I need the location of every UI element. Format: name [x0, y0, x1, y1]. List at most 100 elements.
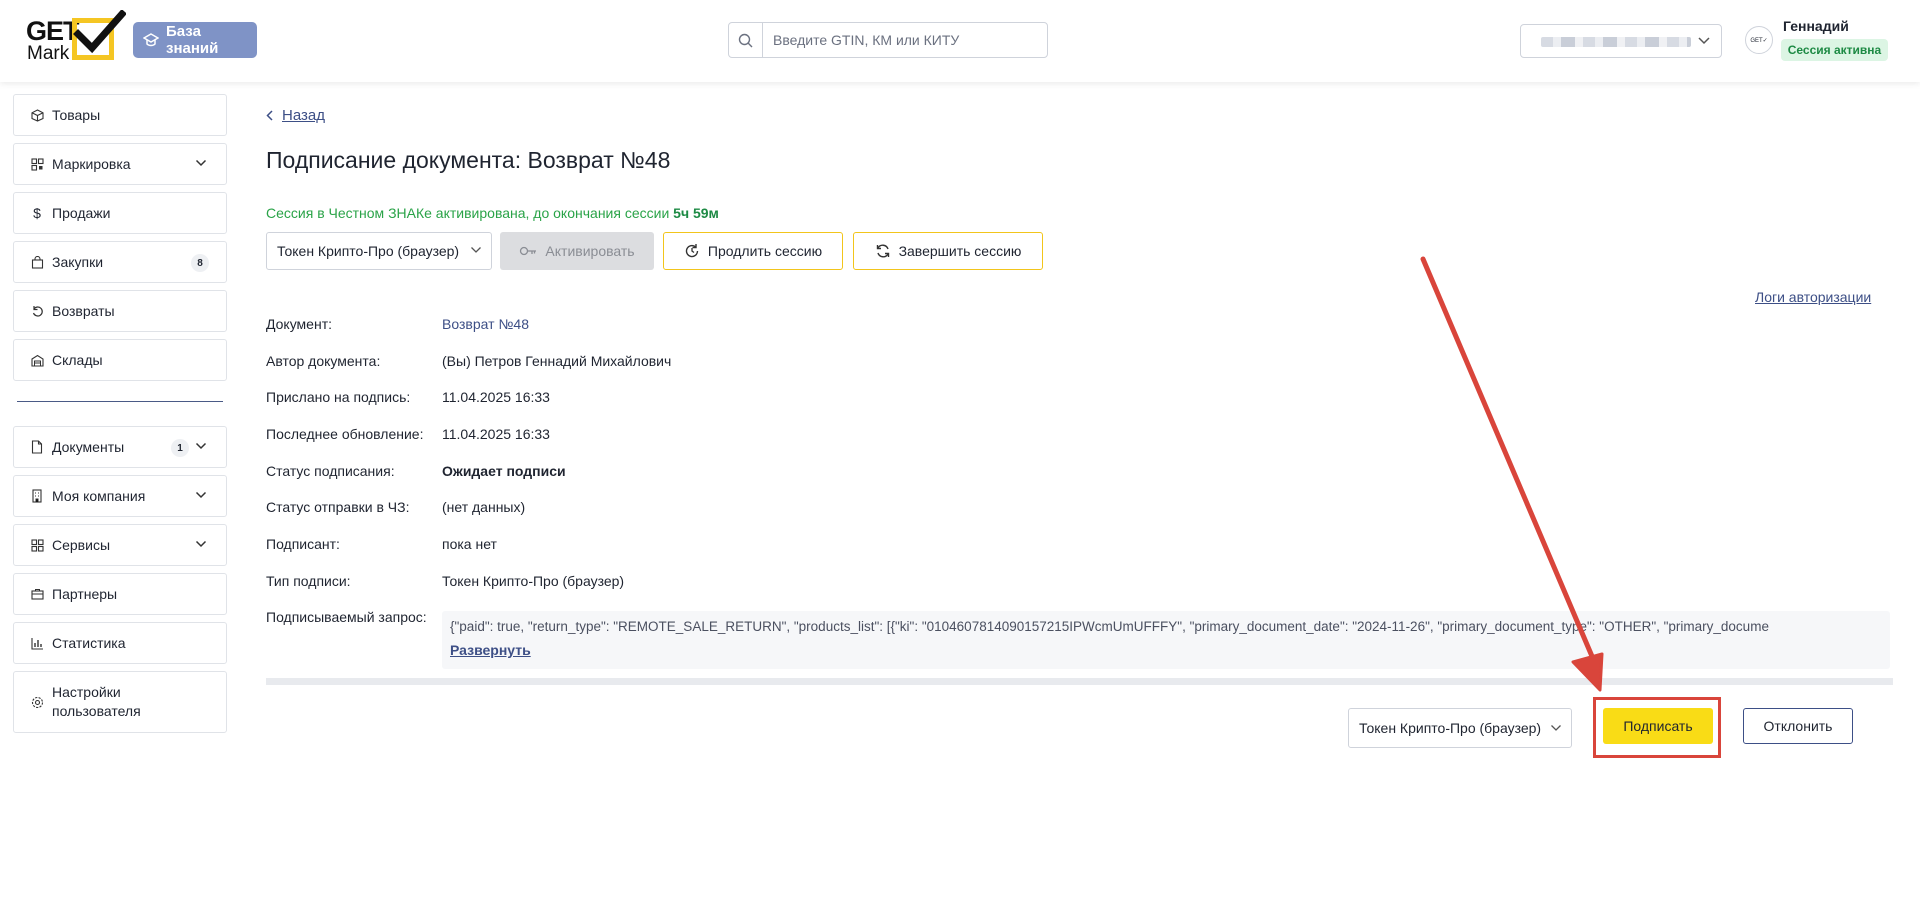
end-session-button[interactable]: Завершить сессию — [853, 232, 1043, 270]
grid-icon — [30, 538, 44, 552]
purchases-count-badge: 8 — [191, 254, 209, 272]
bottom-token-type-value: Токен Крипто-Про (браузер) — [1359, 720, 1542, 736]
refresh-clock-icon — [685, 244, 699, 258]
annotation-highlight-box — [1593, 697, 1721, 758]
send-status-value: (нет данных) — [442, 499, 526, 515]
sign-type-value: Токен Крипто-Про (браузер) — [442, 573, 625, 589]
partners-icon — [30, 587, 44, 601]
request-label: Подписываемый запрос: — [266, 609, 427, 625]
key-icon — [520, 246, 537, 256]
knowledge-base-button[interactable]: База знаний — [133, 22, 257, 58]
activate-button[interactable]: Активировать — [500, 232, 654, 270]
qr-icon — [30, 157, 44, 171]
updated-value: 11.04.2025 16:33 — [442, 426, 550, 442]
bottom-token-type-select[interactable]: Токен Крипто-Про (браузер) — [1348, 708, 1572, 748]
sidebar-item-label: Партнеры — [52, 586, 118, 602]
search-icon — [729, 23, 763, 57]
documents-count-badge: 1 — [171, 439, 189, 457]
knowledge-base-label: База знаний — [166, 23, 219, 57]
session-status-badge: Сессия активна — [1781, 39, 1888, 61]
top-header: GET Mark База знаний GET✓ Геннадий Сесси… — [0, 0, 1920, 82]
document-label: Документ: — [266, 316, 332, 332]
getmark-logo[interactable]: GET Mark — [26, 10, 126, 64]
chevron-down-icon — [195, 442, 207, 450]
sidebar-item-partners[interactable]: Партнеры — [13, 573, 227, 615]
sidebar-item-products[interactable]: Товары — [13, 94, 227, 136]
sidebar-item-label: Закупки — [52, 254, 104, 270]
logo-text-mark: Mark — [27, 43, 70, 64]
sidebar-item-label: Настройки пользователя — [52, 684, 141, 719]
graduation-cap-icon — [143, 33, 159, 47]
chevron-down-icon — [471, 247, 481, 253]
sidebar-item-sales[interactable]: $ Продажи — [13, 192, 227, 234]
warehouse-icon — [30, 353, 44, 367]
extend-session-label: Продлить сессию — [707, 243, 823, 259]
sidebar-item-returns[interactable]: Возвраты — [13, 290, 227, 332]
chevron-down-icon — [1551, 725, 1561, 731]
extend-session-button[interactable]: Продлить сессию — [663, 232, 843, 270]
sidebar-item-documents[interactable]: Документы 1 — [13, 426, 227, 468]
session-message: Сессия в Честном ЗНАКе активирована, до … — [266, 205, 674, 221]
sent-value: 11.04.2025 16:33 — [442, 389, 550, 405]
section-separator — [266, 678, 1893, 685]
send-status-label: Статус отправки в ЧЗ: — [266, 499, 410, 515]
sidebar-divider — [17, 401, 223, 402]
reject-button[interactable]: Отклонить — [1743, 708, 1853, 744]
dollar-icon: $ — [33, 205, 41, 221]
sidebar-item-label: Маркировка — [52, 156, 131, 172]
chart-icon — [30, 636, 44, 650]
logo-checkmark-icon — [73, 10, 126, 54]
sidebar-item-purchases[interactable]: Закупки 8 — [13, 241, 227, 283]
end-session-label: Завершить сессию — [898, 243, 1022, 259]
sidebar-item-label: Сервисы — [52, 537, 111, 553]
sidebar-item-label: Склады — [52, 352, 103, 368]
updated-label: Последнее обновление: — [266, 426, 424, 442]
blurred-organization-name — [1541, 37, 1691, 47]
document-link[interactable]: Возврат №48 — [442, 316, 529, 332]
avatar-logo-text: GET✓ — [1750, 37, 1768, 44]
user-name[interactable]: Геннадий — [1783, 18, 1849, 34]
sent-label: Прислано на подпись: — [266, 389, 411, 405]
building-icon — [30, 489, 44, 503]
bag-icon — [30, 255, 44, 269]
search-input[interactable] — [763, 24, 1047, 56]
token-type-value: Токен Крипто-Про (браузер) — [277, 243, 460, 259]
page-title: Подписание документа: Возврат №48 — [266, 147, 671, 173]
signer-value: пока нет — [442, 536, 497, 552]
annotation-arrow — [1420, 256, 1604, 692]
back-link[interactable]: Назад — [266, 107, 325, 124]
auth-logs-link[interactable]: Логи авторизации — [1755, 289, 1871, 305]
back-link-label: Назад — [282, 107, 325, 124]
organization-select[interactable] — [1520, 24, 1722, 58]
box-icon — [30, 108, 44, 122]
sidebar-item-marking[interactable]: Маркировка — [13, 143, 227, 185]
author-value: (Вы) Петров Геннадий Михайлович — [442, 353, 672, 369]
sidebar-item-my-company[interactable]: Моя компания — [13, 475, 227, 517]
chevron-down-icon — [195, 540, 207, 548]
sidebar-item-label: Возвраты — [52, 303, 115, 319]
sidebar-item-services[interactable]: Сервисы — [13, 524, 227, 566]
sidebar-item-label: Документы — [52, 439, 125, 455]
sidebar-item-label: Продажи — [52, 205, 111, 221]
sign-status-label: Статус подписания: — [266, 463, 395, 479]
sync-icon — [876, 244, 889, 258]
document-icon — [30, 440, 44, 454]
token-type-select[interactable]: Токен Крипто-Про (браузер) — [266, 232, 492, 270]
chevron-down-icon — [1698, 37, 1710, 45]
signer-label: Подписант: — [266, 536, 340, 552]
activate-label: Активировать — [545, 243, 635, 259]
sidebar-item-warehouses[interactable]: Склады — [13, 339, 227, 381]
gear-icon — [30, 695, 44, 709]
sidebar-item-statistics[interactable]: Статистика — [13, 622, 227, 664]
sign-status-value: Ожидает подписи — [442, 463, 566, 479]
sidebar-item-label: Товары — [52, 107, 101, 123]
return-icon — [30, 304, 44, 318]
search-bar[interactable] — [728, 22, 1048, 58]
chevron-left-icon — [266, 110, 273, 121]
avatar[interactable]: GET✓ — [1745, 26, 1773, 54]
sidebar-item-user-settings[interactable]: Настройки пользователя — [13, 671, 227, 733]
sign-type-label: Тип подписи: — [266, 573, 351, 589]
signed-request-box: {"paid": true, "return_type": "REMOTE_SA… — [442, 611, 1890, 669]
expand-link[interactable]: Развернуть — [450, 642, 1882, 658]
chevron-down-icon — [195, 159, 207, 167]
